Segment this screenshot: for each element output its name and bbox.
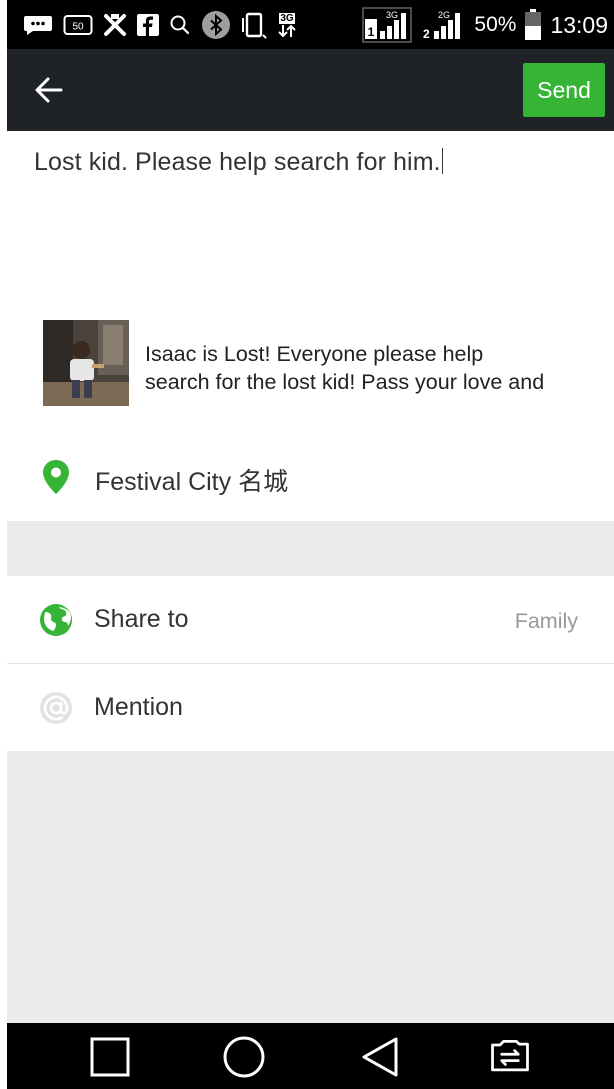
globe-icon: [40, 604, 72, 636]
section-spacer: [7, 521, 614, 576]
send-button[interactable]: Send: [523, 63, 605, 117]
post-text: Lost kid. Please help search for him.: [34, 148, 441, 176]
switch-sim-icon: [491, 1039, 529, 1072]
location-row[interactable]: Festival City 名城: [7, 433, 614, 521]
screen: 50 3G 1 3G 2 2G 50% 13:09 Send Lost kid.…: [0, 0, 614, 1089]
phone-icon: [241, 11, 267, 39]
shared-link-card[interactable]: Isaac is Lost! Everyone please help sear…: [43, 320, 603, 406]
network-2g-label: 2G: [438, 10, 450, 20]
home-icon: [223, 1036, 265, 1078]
status-bar: 50 3G 1 3G 2 2G 50% 13:09: [7, 0, 614, 49]
link-description-line-2: search for the lost kid! Pass your love …: [145, 370, 545, 394]
post-text-input[interactable]: Lost kid. Please help search for him.: [34, 148, 443, 177]
data-transfer-icon: 3G: [277, 12, 297, 38]
system-navigation-bar: [7, 1023, 614, 1089]
home-button[interactable]: [221, 1035, 267, 1079]
recent-apps-button[interactable]: [87, 1035, 133, 1079]
message-icon: [23, 14, 53, 36]
clock: 13:09: [550, 11, 608, 38]
tools-icon: [103, 13, 127, 37]
box-50-icon: 50: [63, 14, 93, 36]
link-description-line-1: Isaac is Lost! Everyone please help: [145, 342, 484, 366]
text-cursor: [441, 148, 443, 174]
back-icon: [362, 1037, 398, 1077]
bluetooth-icon: [201, 10, 231, 40]
back-button[interactable]: [29, 73, 69, 107]
link-description: Isaac is Lost! Everyone please help sear…: [145, 340, 601, 396]
empty-area: [7, 751, 614, 1023]
signal-1-icon: 1 3G: [362, 7, 413, 43]
at-icon: [40, 692, 72, 724]
search-icon: [169, 14, 191, 36]
battery-icon: [524, 8, 542, 42]
share-to-label: Share to: [94, 605, 189, 633]
svg-text:50: 50: [72, 22, 84, 33]
signal-2-icon: 2 2G: [420, 7, 466, 43]
screen-edge: [0, 0, 7, 1089]
svg-text:1: 1: [368, 25, 375, 39]
share-to-row[interactable]: Share to Family: [7, 576, 614, 663]
status-icons-left: 50 3G: [23, 10, 297, 40]
app-header: Send: [7, 49, 614, 131]
mention-label: Mention: [94, 693, 183, 721]
location-label: Festival City 名城: [95, 468, 289, 496]
network-3g-label: 3G: [279, 12, 295, 24]
svg-text:3G: 3G: [386, 10, 398, 20]
recent-apps-icon: [90, 1037, 130, 1077]
svg-text:2: 2: [423, 27, 430, 41]
share-to-value: Family: [514, 609, 578, 633]
facebook-icon: [137, 14, 159, 36]
switch-sim-button[interactable]: [487, 1035, 533, 1079]
status-icons-right: 1 3G 2 2G 50% 13:09: [362, 7, 608, 43]
link-thumbnail: [43, 320, 129, 406]
arrow-left-icon: [35, 77, 63, 103]
mention-row[interactable]: Mention: [7, 664, 614, 751]
battery-percent: 50%: [474, 13, 517, 36]
location-pin-icon: [43, 460, 69, 494]
back-nav-button[interactable]: [357, 1035, 403, 1079]
